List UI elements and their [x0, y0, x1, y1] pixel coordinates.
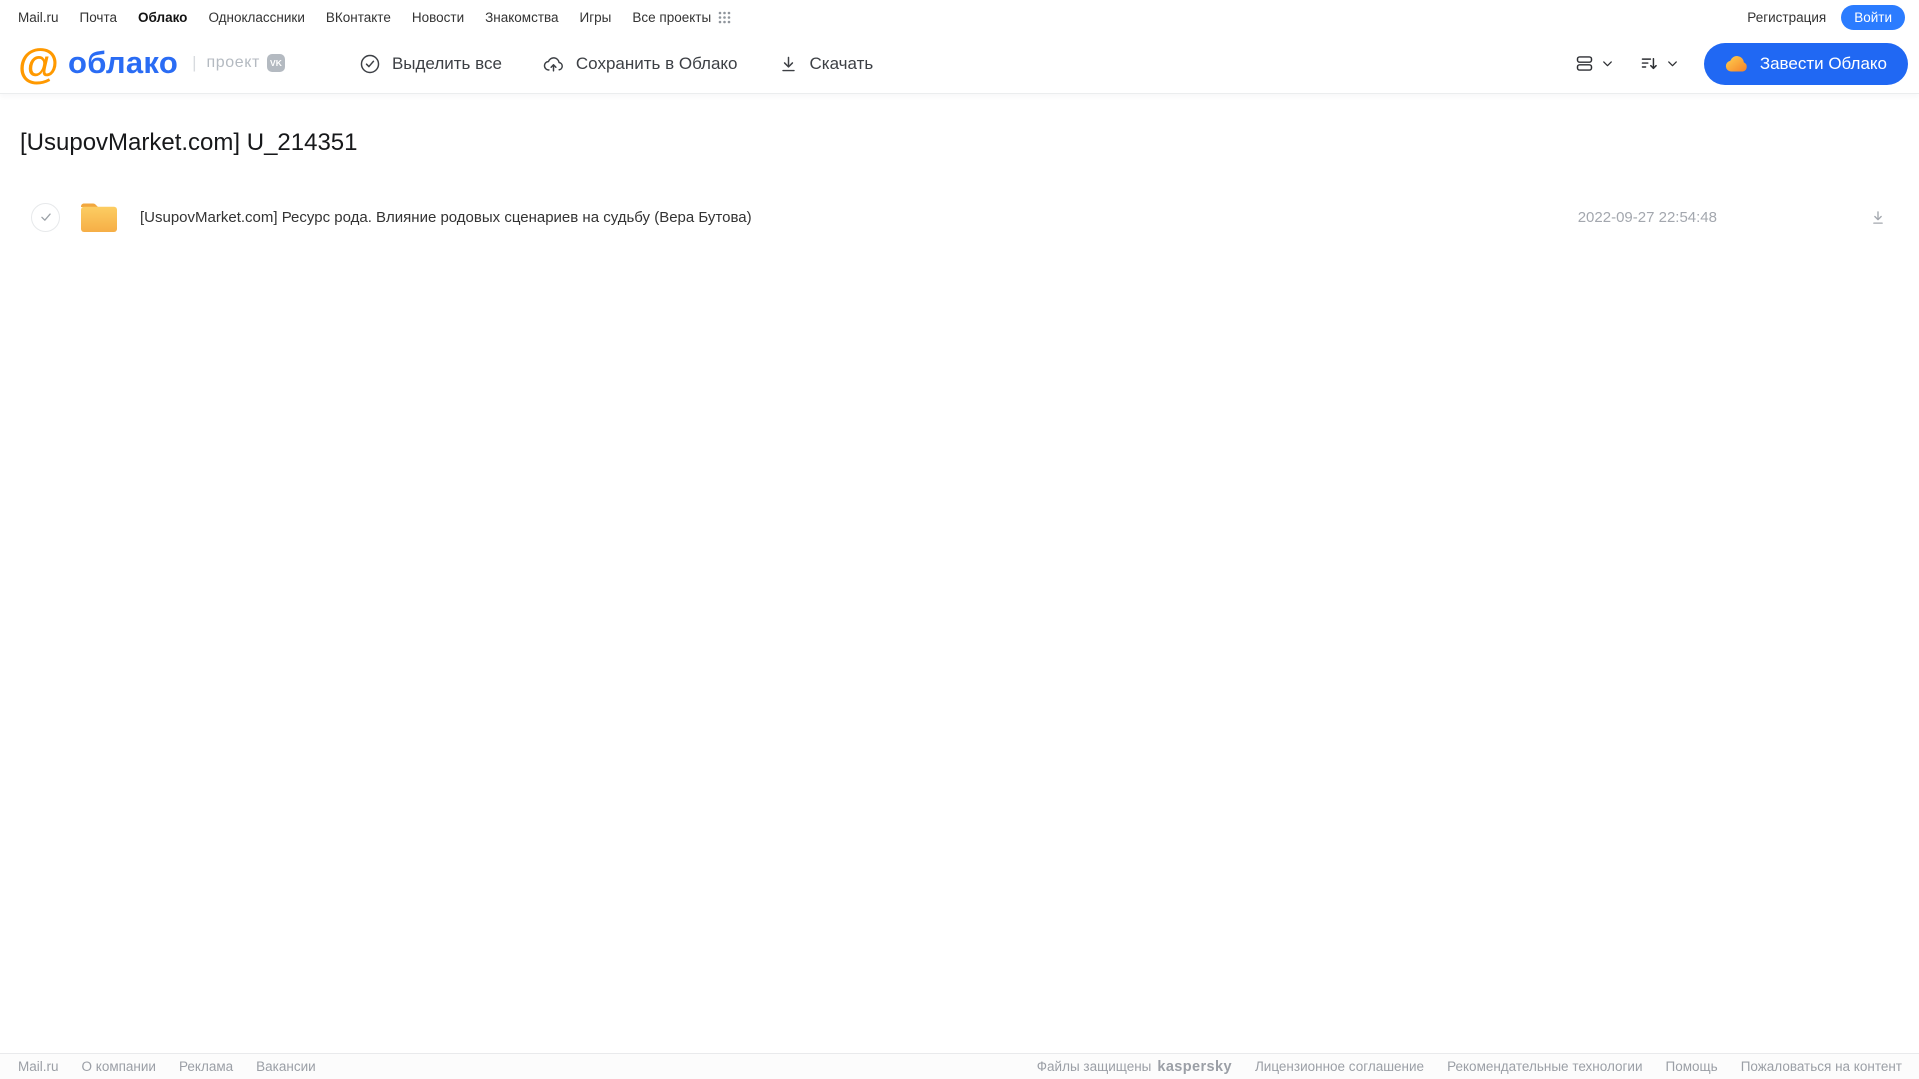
footer-recommendations-link[interactable]: Рекомендательные технологии: [1447, 1059, 1642, 1074]
save-to-cloud-button[interactable]: Сохранить в Облако: [542, 53, 738, 75]
nav-mailru[interactable]: Mail.ru: [18, 10, 59, 25]
file-date: 2022-09-27 22:54:48: [1577, 208, 1717, 226]
footer-help-link[interactable]: Помощь: [1666, 1059, 1718, 1074]
cloud-icon: [1725, 55, 1749, 72]
cloud-upload-icon: [542, 53, 565, 75]
select-all-label: Выделить все: [391, 53, 502, 73]
row-checkbox[interactable]: [31, 202, 60, 232]
header-right-controls: Завести Облако: [1574, 42, 1919, 85]
file-toolbar: Выделить все Сохранить в Облако Скачать: [359, 53, 873, 75]
nav-all-projects-label: Все проекты: [632, 9, 712, 25]
nav-odnoklassniki[interactable]: Одноклассники: [208, 10, 304, 25]
check-circle-icon: [359, 53, 381, 75]
list-view-icon: [1576, 56, 1593, 71]
cloud-logo-label: облако: [67, 45, 179, 81]
nav-cloud[interactable]: Облако: [138, 10, 187, 25]
nav-all-projects[interactable]: Все проекты: [632, 10, 731, 25]
mailru-at-icon: @: [18, 39, 59, 87]
cloud-logo[interactable]: @ облако | проект VK: [18, 39, 285, 87]
logo-divider: |: [192, 53, 197, 73]
chevron-down-icon: [1667, 61, 1677, 67]
app-header: @ облако | проект VK Выделить все Сохран…: [0, 34, 1919, 94]
nav-mail[interactable]: Почта: [80, 10, 118, 25]
footer-jobs-link[interactable]: Вакансии: [256, 1059, 316, 1074]
footer-about-link[interactable]: О компании: [82, 1059, 156, 1074]
registration-link[interactable]: Регистрация: [1747, 10, 1826, 25]
view-mode-dropdown[interactable]: [1574, 53, 1615, 74]
nav-dating[interactable]: Знакомства: [485, 10, 558, 25]
file-name-link[interactable]: [UsupovMarket.com] Ресурс рода. Влияние …: [140, 209, 752, 226]
login-button[interactable]: Войти: [1841, 4, 1905, 30]
nav-games[interactable]: Игры: [580, 10, 612, 25]
nav-vkontakte[interactable]: ВКонтакте: [326, 10, 391, 25]
kaspersky-protection: Файлы защищены kaspersky: [1037, 1059, 1232, 1075]
download-button[interactable]: Скачать: [778, 53, 874, 75]
page-footer: Mail.ru О компании Реклама Вакансии Файл…: [0, 1053, 1919, 1079]
chevron-down-icon: [1602, 61, 1612, 67]
vk-project-label: проект: [206, 54, 260, 72]
save-to-cloud-label: Сохранить в Облако: [575, 53, 738, 73]
download-label: Скачать: [809, 53, 874, 73]
file-row[interactable]: [UsupovMarket.com] Ресурс рода. Влияние …: [0, 195, 1919, 239]
footer-mailru-link[interactable]: Mail.ru: [18, 1059, 59, 1074]
footer-ads-link[interactable]: Реклама: [179, 1059, 233, 1074]
check-icon: [40, 213, 51, 221]
sort-dropdown[interactable]: [1639, 53, 1680, 74]
download-icon: [778, 53, 799, 75]
footer-report-link[interactable]: Пожаловаться на контент: [1741, 1059, 1902, 1074]
folder-icon: [79, 201, 119, 234]
kaspersky-logo[interactable]: kaspersky: [1157, 1059, 1232, 1075]
shared-folder-page: [UsupovMarket.com] U_214351 [UsupovMarke…: [0, 129, 1919, 239]
vk-badge-icon: VK: [266, 54, 285, 73]
files-protected-label: Файлы защищены: [1036, 1059, 1152, 1074]
create-cloud-label: Завести Облако: [1759, 53, 1887, 73]
footer-license-link[interactable]: Лицензионное соглашение: [1255, 1059, 1424, 1074]
page-title: [UsupovMarket.com] U_214351: [20, 129, 358, 156]
nav-news[interactable]: Новости: [412, 10, 464, 25]
row-download-icon[interactable]: [1869, 208, 1887, 227]
apps-grid-icon: [718, 11, 731, 24]
create-cloud-button[interactable]: Завести Облако: [1703, 42, 1908, 85]
portal-nav: Mail.ru Почта Облако Одноклассники ВКонт…: [0, 0, 1919, 34]
select-all-button[interactable]: Выделить все: [359, 53, 502, 75]
sort-icon: [1641, 57, 1657, 70]
